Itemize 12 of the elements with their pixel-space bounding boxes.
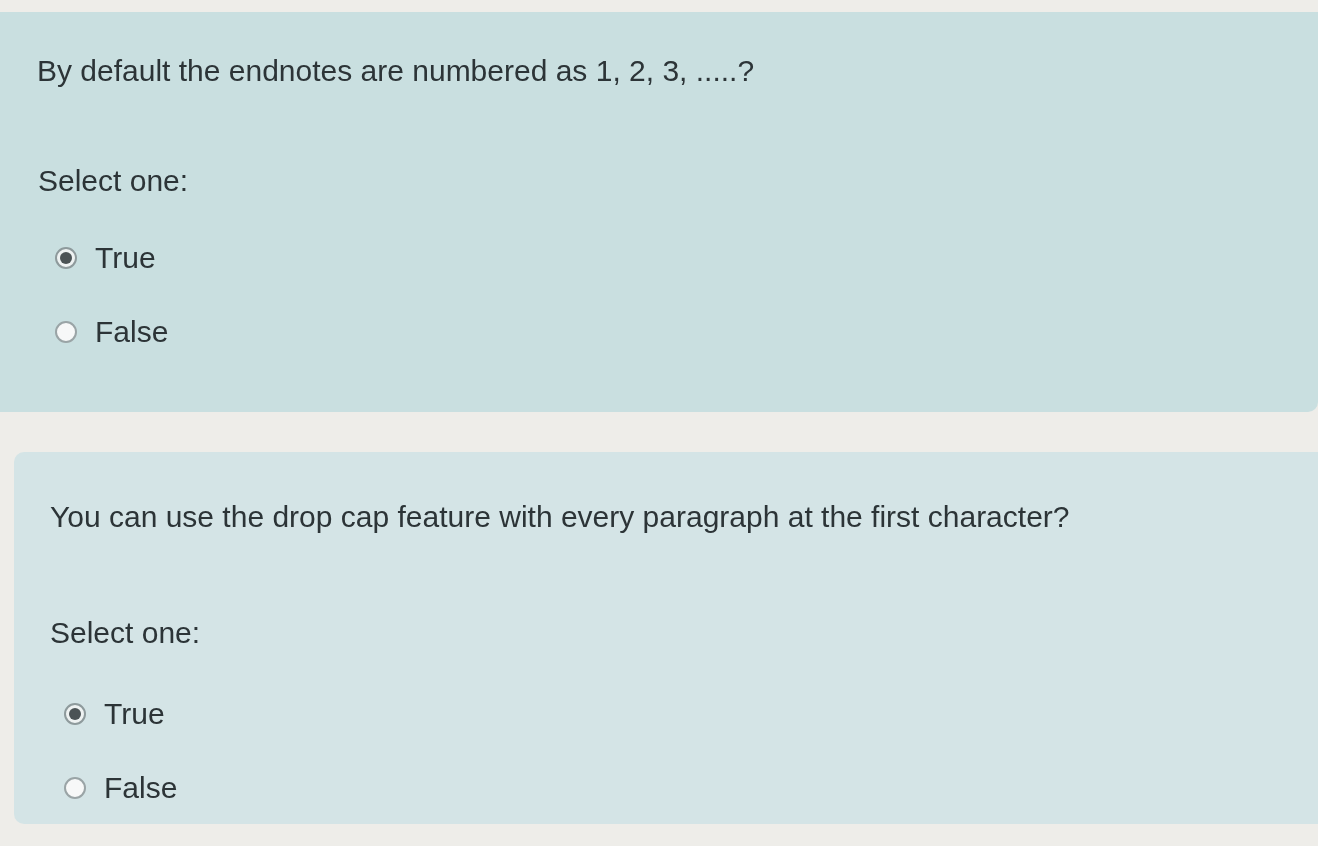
radio-button[interactable] xyxy=(64,703,86,725)
radio-button[interactable] xyxy=(55,321,77,343)
option-label[interactable]: False xyxy=(104,767,178,809)
radio-button[interactable] xyxy=(55,247,77,269)
select-prompt: Select one: xyxy=(38,163,189,199)
radio-button[interactable] xyxy=(64,777,86,799)
select-prompt: Select one: xyxy=(50,615,201,651)
option-label[interactable]: True xyxy=(104,693,165,735)
option-label[interactable]: False xyxy=(95,311,169,353)
question-text: You can use the drop cap feature with every paragraph at the first character? xyxy=(50,499,1070,535)
option-label[interactable]: True xyxy=(95,237,156,279)
question-text: By default the endnotes are numbered as 1, 2, 3, .....? xyxy=(37,53,755,89)
